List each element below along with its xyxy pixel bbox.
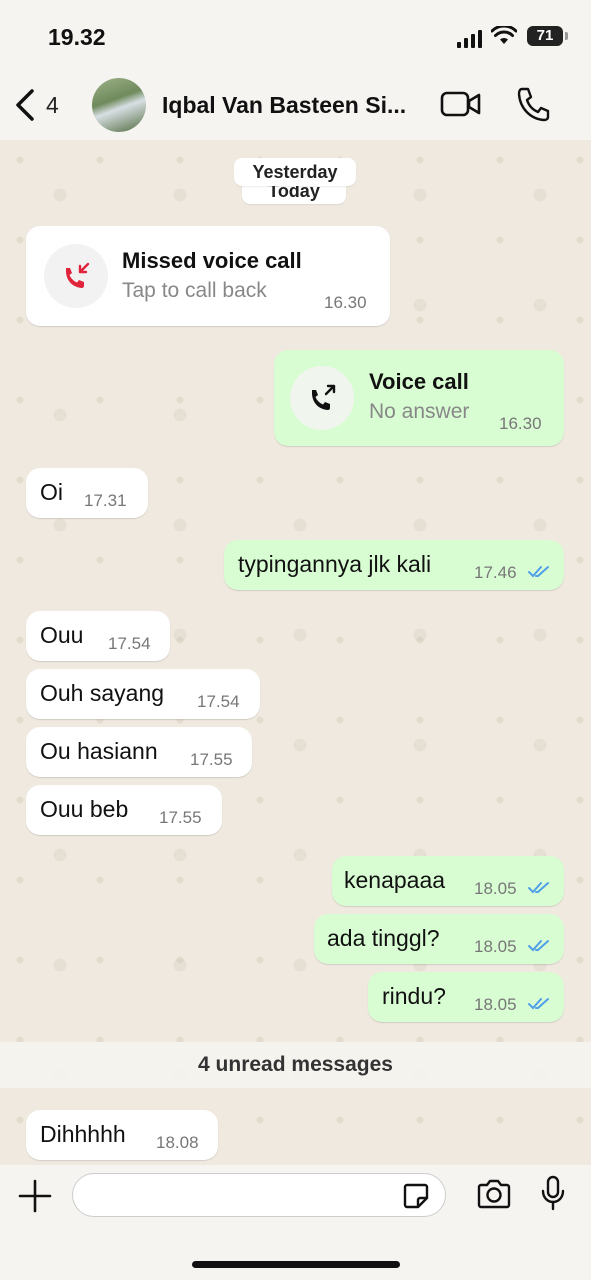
missed-call-title: Missed voice call <box>122 248 302 273</box>
message-text: Ouu <box>40 622 84 648</box>
message-text: typingannya jlk kali <box>238 551 432 577</box>
message-bubble[interactable]: typingannya jlk kali 17.46 <box>224 540 564 590</box>
voice-call-bubble[interactable]: Voice call No answer 16.30 <box>274 350 564 446</box>
message-time: 16.30 <box>499 414 542 433</box>
message-text: Ou hasiann <box>40 738 158 764</box>
contact-name[interactable]: Iqbal Van Basteen Si... <box>162 92 406 119</box>
battery-icon: 71 <box>527 26 568 46</box>
sticker-icon[interactable] <box>402 1182 430 1210</box>
voice-call-subtitle: No answer <box>369 400 470 423</box>
voice-call-title: Voice call <box>369 369 469 394</box>
missed-call-icon-circle <box>44 244 108 308</box>
message-time: 17.55 <box>159 808 202 827</box>
message-time: 17.31 <box>84 491 127 510</box>
message-text: ada tinggl? <box>327 925 440 951</box>
status-bar: 19.32 71 <box>0 0 591 70</box>
message-time: 18.08 <box>156 1133 199 1152</box>
outgoing-call-icon-circle <box>290 366 354 430</box>
message-time: 17.55 <box>190 750 233 769</box>
avatar[interactable] <box>92 78 146 132</box>
missed-call-subtitle: Tap to call back <box>122 279 267 302</box>
message-text: Ouh sayang <box>40 680 165 706</box>
message-bubble[interactable]: Oi 17.31 <box>26 468 148 518</box>
video-call-icon[interactable] <box>440 90 482 118</box>
phone-icon[interactable] <box>516 86 550 122</box>
back-chevron-icon[interactable] <box>12 88 38 122</box>
message-text: kenapaaa <box>344 867 446 893</box>
plus-icon[interactable] <box>18 1179 52 1213</box>
message-text: rindu? <box>382 983 446 1009</box>
missed-call-bubble[interactable]: Missed voice call Tap to call back 16.30 <box>26 226 390 326</box>
message-bubble[interactable]: Ouu 17.54 <box>26 611 170 661</box>
signal-icon <box>457 30 482 48</box>
message-input[interactable] <box>72 1173 446 1217</box>
message-text: Oi <box>40 479 63 505</box>
message-text: Ouu beb <box>40 796 129 822</box>
missed-call-icon <box>66 262 90 288</box>
battery-level: 71 <box>536 27 554 44</box>
message-time: 18.05 <box>474 937 517 956</box>
chat-header: 4 Iqbal Van Basteen Si... <box>0 70 591 140</box>
message-time: 17.54 <box>108 634 151 653</box>
message-bubble[interactable]: Ouh sayang 17.54 <box>26 669 260 719</box>
message-time: 16.30 <box>324 293 367 312</box>
wifi-icon <box>491 26 517 44</box>
message-bubble[interactable]: kenapaaa 18.05 <box>332 856 564 906</box>
message-time: 18.05 <box>474 879 517 898</box>
home-indicator <box>192 1261 400 1268</box>
message-bubble[interactable]: Ouu beb 17.55 <box>26 785 222 835</box>
message-bubble[interactable]: Ou hasiann 17.55 <box>26 727 252 777</box>
read-ticks-icon <box>528 940 549 952</box>
message-bubble[interactable]: rindu? 18.05 <box>368 972 564 1022</box>
outgoing-call-icon <box>312 384 336 410</box>
date-chip-yesterday: Yesterday <box>234 158 356 186</box>
message-bubble[interactable]: ada tinggl? 18.05 <box>314 914 564 964</box>
unread-messages-banner: 4 unread messages <box>0 1042 591 1088</box>
status-time: 19.32 <box>48 24 106 50</box>
read-ticks-icon <box>528 566 549 578</box>
microphone-icon[interactable] <box>540 1175 566 1211</box>
message-text: Dihhhhh <box>40 1121 126 1147</box>
message-bubble[interactable]: Dihhhhh 18.08 <box>26 1110 218 1160</box>
unread-chats-count[interactable]: 4 <box>46 92 59 119</box>
read-ticks-icon <box>528 882 549 894</box>
read-ticks-icon <box>528 998 549 1010</box>
message-time: 18.05 <box>474 995 517 1014</box>
camera-icon[interactable] <box>476 1179 512 1209</box>
composer-bar <box>0 1165 591 1280</box>
message-time: 17.54 <box>197 692 240 711</box>
message-time: 17.46 <box>474 563 517 582</box>
